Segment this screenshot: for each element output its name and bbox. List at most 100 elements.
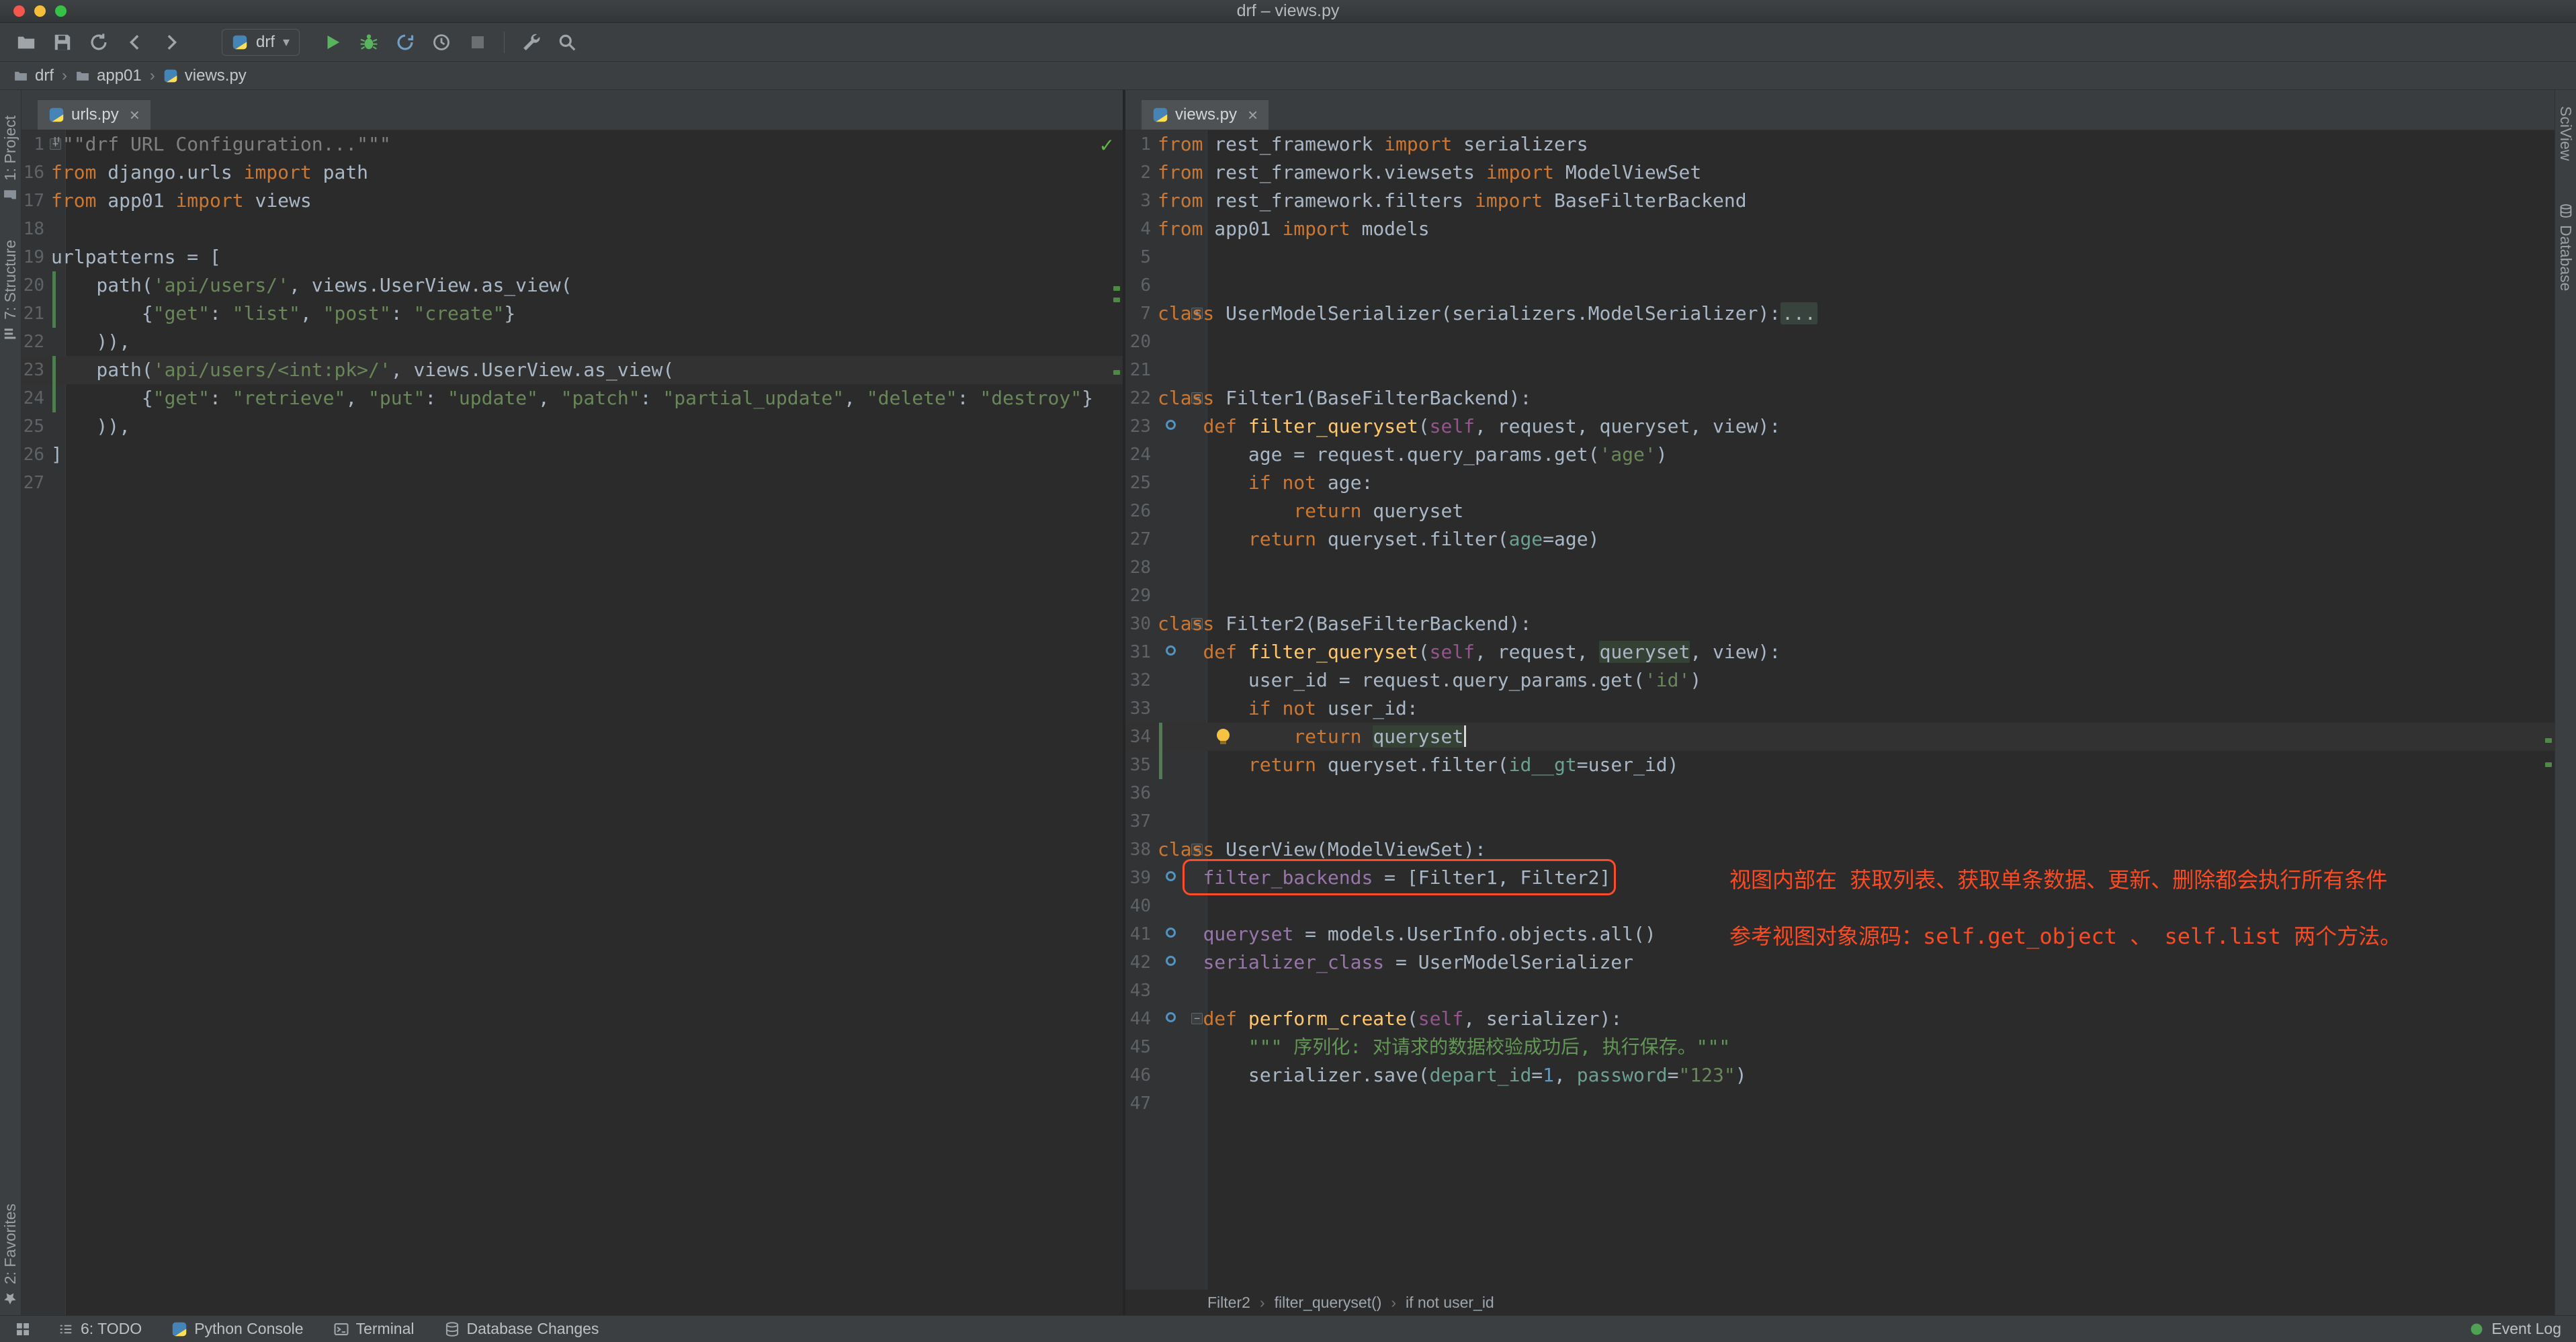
line-number[interactable]: 31 xyxy=(1125,638,1158,666)
statusbar-item-terminal[interactable]: Terminal xyxy=(333,1320,415,1338)
line-number[interactable]: 21 xyxy=(1125,356,1158,384)
tool-stripe-button-database[interactable]: Database xyxy=(2557,204,2575,291)
code-line[interactable]: 36 xyxy=(1125,779,2554,807)
inspections-ok-icon[interactable]: ✓ xyxy=(1099,134,1115,156)
code-line[interactable]: 26] xyxy=(22,441,1123,469)
code-line[interactable]: 32 user_id = request.query_params.get('i… xyxy=(1125,666,2554,695)
code-line[interactable]: 35 return queryset.filter(id__gt=user_id… xyxy=(1125,751,2554,779)
code-line[interactable]: 25 )), xyxy=(22,412,1123,441)
line-number[interactable]: 1 xyxy=(22,130,51,159)
close-tab-icon[interactable]: × xyxy=(1248,105,1258,126)
line-number[interactable]: 44 xyxy=(1125,1005,1158,1033)
code-line[interactable]: 2from rest_framework.viewsets import Mod… xyxy=(1125,159,2554,187)
tab-urls-py[interactable]: urls.py × xyxy=(38,100,151,130)
editor-urls-content[interactable]: 1+"""drf URL Configuration..."""16from d… xyxy=(22,130,1123,1315)
statusbar-item-6-todo[interactable]: 6: TODO xyxy=(58,1320,142,1338)
close-tab-icon[interactable]: × xyxy=(130,105,140,126)
tool-stripe-button-2-favorites[interactable]: 2: Favorites xyxy=(1,1204,19,1306)
run-button[interactable] xyxy=(317,28,348,57)
line-number[interactable]: 3 xyxy=(1125,187,1158,215)
code-line[interactable]: 28 xyxy=(1125,553,2554,582)
code-line[interactable]: 1+"""drf URL Configuration...""" xyxy=(22,130,1123,159)
code-line[interactable]: 17from app01 import views xyxy=(22,187,1123,215)
line-number[interactable]: 5 xyxy=(1125,243,1158,271)
line-number[interactable]: 23 xyxy=(1125,412,1158,441)
line-number[interactable]: 29 xyxy=(1125,582,1158,610)
code-line[interactable]: 24 {"get": "retrieve", "put": "update", … xyxy=(22,384,1123,412)
code-line[interactable]: 45 """ 序列化: 对请求的数据校验成功后, 执行保存。""" xyxy=(1125,1033,2554,1061)
close-window-button[interactable] xyxy=(13,5,25,17)
breadcrumb-item[interactable]: app01 xyxy=(75,66,142,85)
code-line[interactable]: 23 path('api/users/<int:pk>/', views.Use… xyxy=(22,356,1123,384)
code-line[interactable]: 27 return queryset.filter(age=age) xyxy=(1125,525,2554,553)
line-number[interactable]: 32 xyxy=(1125,666,1158,695)
open-button[interactable] xyxy=(11,28,42,57)
code-line[interactable]: 22−class Filter1(BaseFilterBackend): xyxy=(1125,384,2554,412)
line-number[interactable]: 39 xyxy=(1125,864,1158,892)
line-number[interactable]: 40 xyxy=(1125,892,1158,920)
tool-stripe-button-7-structure[interactable]: 7: Structure xyxy=(1,240,19,341)
code-line[interactable]: 19urlpatterns = [ xyxy=(22,243,1123,271)
code-line[interactable]: 21 xyxy=(1125,356,2554,384)
code-line[interactable]: 18 xyxy=(22,215,1123,243)
wrench-button[interactable] xyxy=(515,28,546,57)
code-line[interactable]: 24 age = request.query_params.get('age') xyxy=(1125,441,2554,469)
zoom-window-button[interactable] xyxy=(55,5,67,17)
tab-views-py[interactable]: views.py × xyxy=(1142,100,1269,130)
coverage-button[interactable] xyxy=(390,28,421,57)
line-number[interactable]: 19 xyxy=(22,243,51,271)
code-line[interactable]: 46 serializer.save(depart_id=1, password… xyxy=(1125,1061,2554,1089)
line-number[interactable]: 26 xyxy=(22,441,51,469)
line-number[interactable]: 7 xyxy=(1125,300,1158,328)
error-stripe-mark[interactable] xyxy=(1113,370,1120,375)
code-line[interactable]: 5 xyxy=(1125,243,2554,271)
code-line[interactable]: 43 xyxy=(1125,977,2554,1005)
run-config-selector[interactable]: drf ▾ xyxy=(222,29,300,56)
line-number[interactable]: 42 xyxy=(1125,948,1158,977)
tool-stripe-button-sciview[interactable]: SciView xyxy=(2557,106,2575,161)
line-number[interactable]: 25 xyxy=(1125,469,1158,497)
line-number[interactable]: 18 xyxy=(22,215,51,243)
line-number[interactable]: 24 xyxy=(1125,441,1158,469)
error-stripe-mark[interactable] xyxy=(2545,762,2552,767)
line-number[interactable]: 41 xyxy=(1125,920,1158,948)
line-number[interactable]: 26 xyxy=(1125,497,1158,525)
code-line[interactable]: 6 xyxy=(1125,271,2554,300)
code-line[interactable]: 23 def filter_queryset(self, request, qu… xyxy=(1125,412,2554,441)
forward-button[interactable] xyxy=(156,28,187,57)
line-number[interactable]: 28 xyxy=(1125,553,1158,582)
code-line[interactable]: 44− def perform_create(self, serializer)… xyxy=(1125,1005,2554,1033)
line-number[interactable]: 20 xyxy=(1125,328,1158,356)
code-line[interactable]: 20 path('api/users/', views.UserView.as_… xyxy=(22,271,1123,300)
code-line[interactable]: 20 xyxy=(1125,328,2554,356)
code-line[interactable]: 29 xyxy=(1125,582,2554,610)
sync-button[interactable] xyxy=(83,28,114,57)
line-number[interactable]: 22 xyxy=(22,328,51,356)
breadcrumb-item[interactable]: views.py xyxy=(163,66,247,85)
editor-breadcrumb-item[interactable]: Filter2 xyxy=(1207,1294,1250,1312)
code-line[interactable]: 16from django.urls import path xyxy=(22,159,1123,187)
toolwindow-switcher-icon[interactable] xyxy=(15,1321,31,1337)
code-line[interactable]: 25 if not age: xyxy=(1125,469,2554,497)
error-stripe-mark[interactable] xyxy=(1113,298,1120,302)
line-number[interactable]: 36 xyxy=(1125,779,1158,807)
code-line[interactable]: 1from rest_framework import serializers xyxy=(1125,130,2554,159)
line-number[interactable]: 21 xyxy=(22,300,51,328)
line-number[interactable]: 1 xyxy=(1125,130,1158,159)
error-stripe-mark[interactable] xyxy=(1113,286,1120,291)
search-button[interactable] xyxy=(552,28,583,57)
line-number[interactable]: 43 xyxy=(1125,977,1158,1005)
code-line[interactable]: 33 if not user_id: xyxy=(1125,695,2554,723)
line-number[interactable]: 24 xyxy=(22,384,51,412)
breadcrumb-item[interactable]: drf xyxy=(13,66,54,85)
code-line[interactable]: 7+class UserModelSerializer(serializers.… xyxy=(1125,300,2554,328)
line-number[interactable]: 6 xyxy=(1125,271,1158,300)
tool-stripe-button-1-project[interactable]: 1: Project xyxy=(1,116,19,202)
stop-button[interactable] xyxy=(462,28,493,57)
code-line[interactable]: 47 xyxy=(1125,1089,2554,1118)
line-number[interactable]: 45 xyxy=(1125,1033,1158,1061)
line-number[interactable]: 37 xyxy=(1125,807,1158,836)
line-number[interactable]: 47 xyxy=(1125,1089,1158,1118)
editor-breadcrumb-item[interactable]: filter_queryset() xyxy=(1275,1294,1382,1312)
line-number[interactable]: 30 xyxy=(1125,610,1158,638)
